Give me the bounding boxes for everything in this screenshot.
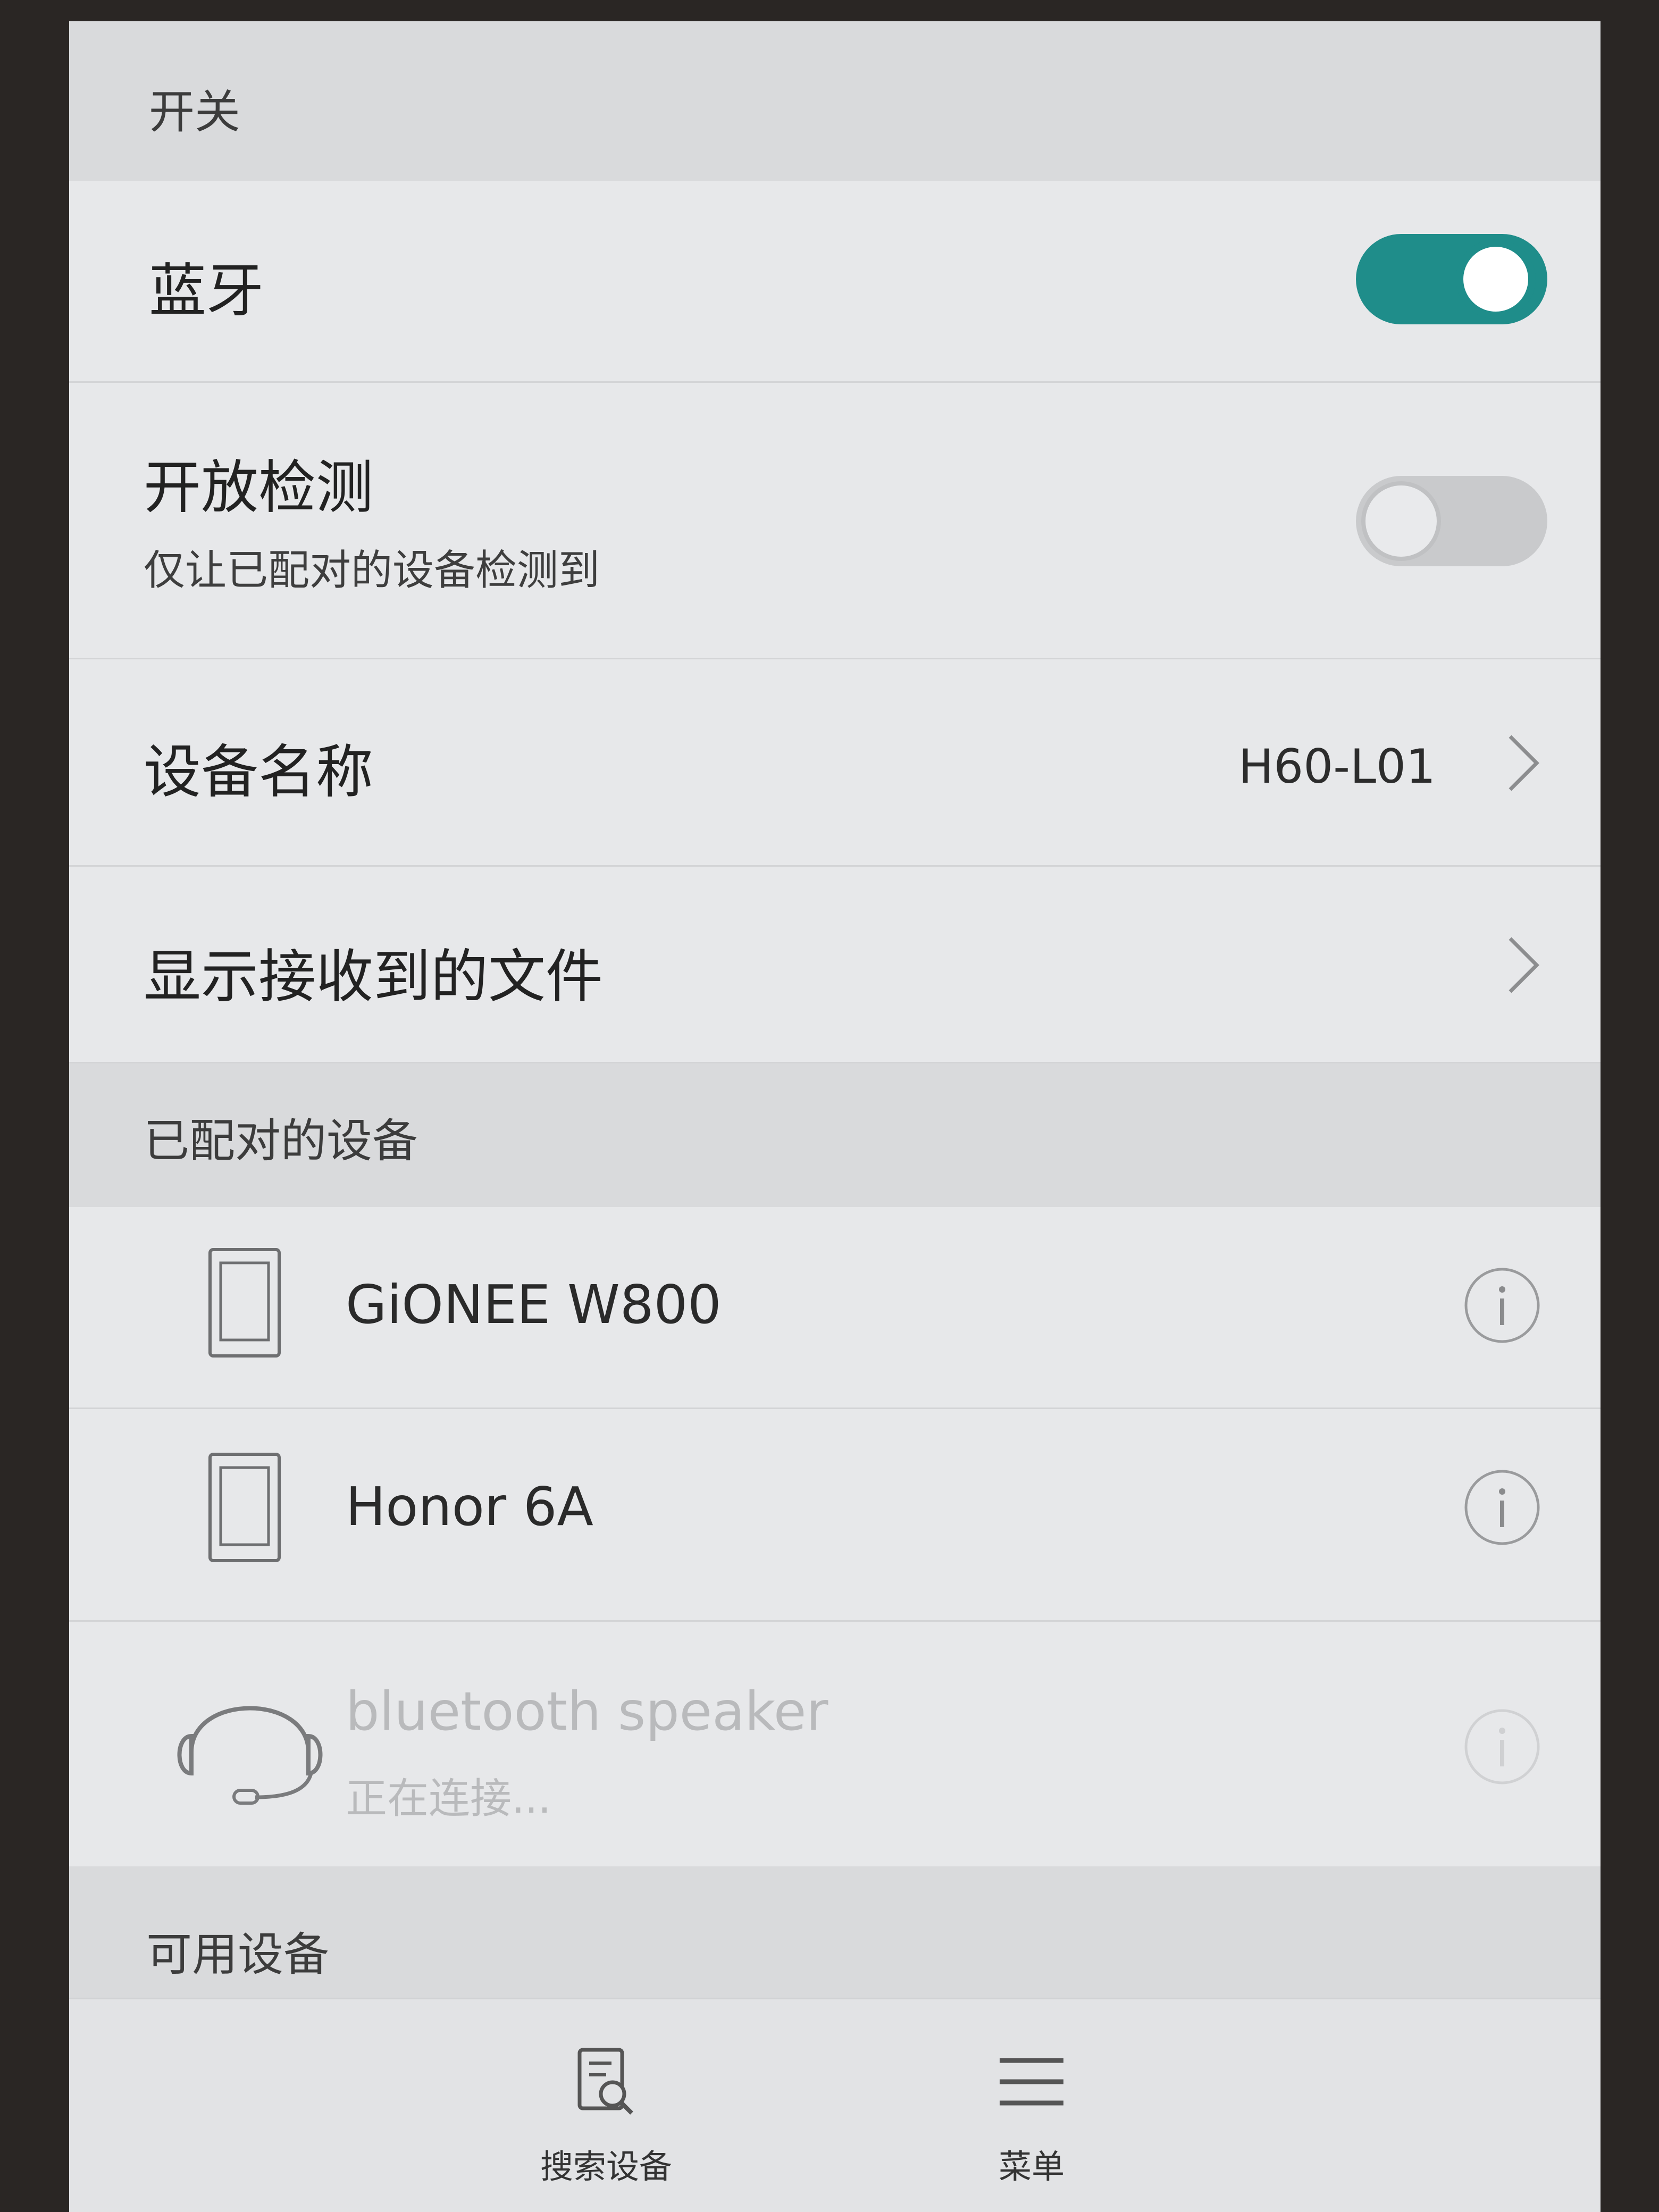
paired-device-row[interactable]: GiONEE W800 bbox=[69, 1207, 1601, 1409]
bluetooth-label: 蓝牙 bbox=[149, 258, 264, 324]
paired-device-row[interactable]: Honor 6A bbox=[69, 1409, 1601, 1622]
received-files-label: 显示接收到的文件 bbox=[144, 944, 604, 1010]
section-label-switch: 开关 bbox=[149, 86, 240, 139]
bluetooth-row[interactable]: 蓝牙 bbox=[69, 181, 1601, 383]
menu-button[interactable]: 菜单 bbox=[925, 2047, 1138, 2188]
info-icon[interactable] bbox=[1462, 1468, 1542, 1547]
connection-status: 正在连接... bbox=[346, 1775, 551, 1823]
bottom-action-bar: 搜索设备 菜单 bbox=[69, 1998, 1601, 2212]
search-devices-button[interactable]: 搜索设备 bbox=[500, 2047, 713, 2188]
paired-device-name: Honor 6A bbox=[346, 1476, 593, 1538]
section-header-paired: 已配对的设备 bbox=[69, 1063, 1601, 1207]
chevron-right-icon bbox=[1505, 734, 1542, 791]
visibility-description: 仅让已配对的设备检测到 bbox=[144, 547, 600, 594]
menu-label: 菜单 bbox=[998, 2147, 1065, 2186]
bluetooth-toggle[interactable] bbox=[1356, 234, 1547, 324]
device-name-label: 设备名称 bbox=[144, 739, 374, 806]
visibility-toggle[interactable] bbox=[1356, 476, 1547, 566]
section-header-available: 可用设备 bbox=[69, 1866, 1601, 2010]
device-name-value: H60-L01 bbox=[1238, 739, 1436, 794]
paired-device-row[interactable]: bluetooth speaker 正在连接... bbox=[69, 1622, 1601, 1866]
device-name-row[interactable]: 设备名称 H60-L01 bbox=[69, 659, 1601, 867]
bluetooth-settings-screen: 开关 蓝牙 开放检测 仅让已配对的设备检测到 设备名称 H60-L01 显示接收… bbox=[69, 21, 1601, 2212]
headset-icon bbox=[170, 1672, 330, 1813]
paired-device-name: bluetooth speaker bbox=[346, 1680, 828, 1742]
info-icon[interactable] bbox=[1462, 1707, 1542, 1787]
toggle-knob bbox=[1361, 481, 1441, 561]
visibility-row[interactable]: 开放检测 仅让已配对的设备检测到 bbox=[69, 383, 1601, 659]
chevron-right-icon bbox=[1505, 936, 1542, 993]
toggle-knob bbox=[1456, 239, 1536, 319]
menu-icon bbox=[997, 2058, 1066, 2118]
search-device-icon bbox=[574, 2048, 638, 2118]
search-devices-label: 搜索设备 bbox=[540, 2147, 672, 2186]
section-label-paired: 已配对的设备 bbox=[144, 1115, 418, 1168]
received-files-row[interactable]: 显示接收到的文件 bbox=[69, 867, 1601, 1063]
section-header-switch: 开关 bbox=[69, 21, 1601, 181]
visibility-label: 开放检测 bbox=[144, 455, 374, 521]
phone-icon bbox=[207, 1452, 282, 1565]
paired-device-name: GiONEE W800 bbox=[346, 1273, 722, 1336]
section-label-available: 可用设备 bbox=[146, 1928, 329, 1981]
phone-icon bbox=[207, 1247, 282, 1361]
info-icon[interactable] bbox=[1462, 1266, 1542, 1345]
